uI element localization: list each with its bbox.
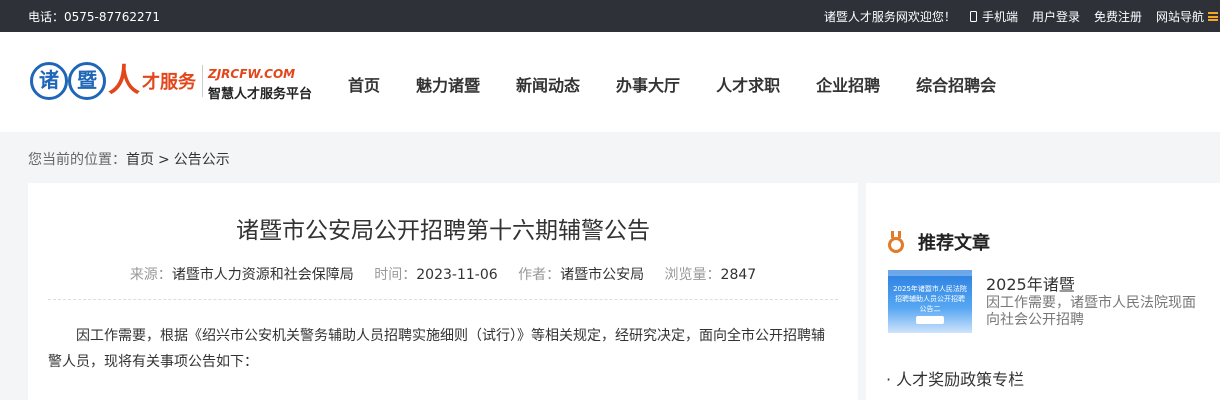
nav-item-jobfair[interactable]: 综合招聘会	[916, 72, 996, 96]
author-label: 作者：	[518, 267, 561, 283]
main-nav: 首页 魅力诸暨 新闻动态 办事大厅 人才求职 企业招聘 综合招聘会	[348, 72, 1032, 96]
time-label: 时间：	[374, 267, 417, 283]
login-link[interactable]: 用户登录	[1032, 8, 1080, 25]
source-value: 诸暨市人力资源和社会保障局	[171, 267, 354, 283]
views-label: 浏览量：	[664, 267, 721, 283]
logo-subtitle: 智慧人才服务平台	[208, 87, 313, 102]
article-body: 因工作需要，根据《绍兴市公安机关警务辅助人员招聘实施细则（试行）》等相关规定，经…	[48, 328, 825, 370]
breadcrumb-separator: >	[158, 152, 170, 168]
logo-url: ZJRCFW.COM	[208, 67, 296, 81]
time-value: 2023-11-06	[416, 267, 498, 283]
breadcrumb-home[interactable]: 首页	[126, 152, 154, 168]
site-header: 诸 暨 人 才服务 ZJRCFW.COM 智慧人才服务平台 首页 魅力诸暨 新闻…	[0, 32, 1220, 132]
recommend-article-title[interactable]: 2025年诸暨	[986, 271, 1075, 295]
register-link[interactable]: 免费注册	[1094, 8, 1142, 25]
breadcrumb-current[interactable]: 公告公示	[174, 152, 230, 168]
views-value: 2847	[720, 267, 757, 283]
author-value: 诸暨市公安局	[560, 267, 645, 283]
medal-icon	[888, 231, 904, 253]
mobile-phone-icon	[969, 11, 977, 22]
nav-item-recruit[interactable]: 企业招聘	[816, 72, 880, 96]
recommend-article[interactable]: 2025年诸暨市人民法院招聘辅助人员公开招聘公告二 2025年诸暨 因工作需要，…	[888, 270, 1198, 334]
recommend-title: 推荐文章	[918, 233, 990, 254]
logo-char-ren: 人	[108, 61, 141, 99]
article-thumbnail[interactable]: 2025年诸暨市人民法院招聘辅助人员公开招聘公告二	[888, 270, 972, 333]
top-bar: 电话：0575-87762271 诸暨人才服务网欢迎您！ 手机端 用户登录 免费…	[0, 0, 1220, 32]
nav-item-jobseek[interactable]: 人才求职	[716, 72, 780, 96]
article-panel: 诸暨市公安局公开招聘第十六期辅警公告 来源：诸暨市人力资源和社会保障局 时间：2…	[28, 183, 858, 400]
article-title: 诸暨市公安局公开招聘第十六期辅警公告	[236, 218, 650, 244]
nav-item-news[interactable]: 新闻动态	[516, 72, 580, 96]
article-meta: 来源：诸暨市人力资源和社会保障局 时间：2023-11-06 作者：诸暨市公安局…	[28, 264, 858, 284]
recommend-article-desc: 因工作需要，诸暨市人民法院现面向社会公开招聘	[986, 295, 1196, 328]
nav-item-home[interactable]: 首页	[348, 72, 380, 96]
talent-policy-link[interactable]: · 人才奖励政策专栏	[886, 366, 1024, 390]
logo-divider	[202, 65, 203, 97]
site-logo[interactable]: 诸 暨 人 才服务 ZJRCFW.COM 智慧人才服务平台	[30, 59, 320, 105]
nav-item-services[interactable]: 办事大厅	[616, 72, 680, 96]
recommend-header: 推荐文章	[888, 229, 990, 255]
thumbnail-text: 2025年诸暨市人民法院招聘辅助人员公开招聘公告二	[893, 285, 967, 313]
source-label: 来源：	[129, 267, 172, 283]
welcome-text: 诸暨人才服务网欢迎您！	[823, 10, 956, 24]
menu-icon[interactable]	[1208, 12, 1218, 21]
breadcrumb-prefix: 您当前的位置：	[28, 152, 126, 168]
top-bar-links: 诸暨人才服务网欢迎您！ 手机端 用户登录 免费注册 网站导航	[810, 8, 1220, 25]
logo-service-text: 才服务	[142, 72, 196, 93]
mobile-link[interactable]: 手机端	[969, 8, 1018, 25]
logo-char-ji: 暨	[68, 62, 106, 100]
site-nav-link[interactable]: 网站导航	[1156, 8, 1204, 25]
sidebar: 推荐文章 2025年诸暨市人民法院招聘辅助人员公开招聘公告二 2025年诸暨 因…	[866, 183, 1220, 400]
logo-char-zhu: 诸	[30, 62, 68, 100]
nav-item-charm[interactable]: 魅力诸暨	[416, 72, 480, 96]
breadcrumb: 您当前的位置：首页 > 公告公示	[28, 149, 230, 169]
contact-phone: 电话：0575-87762271	[28, 10, 160, 24]
meta-divider	[48, 299, 838, 300]
